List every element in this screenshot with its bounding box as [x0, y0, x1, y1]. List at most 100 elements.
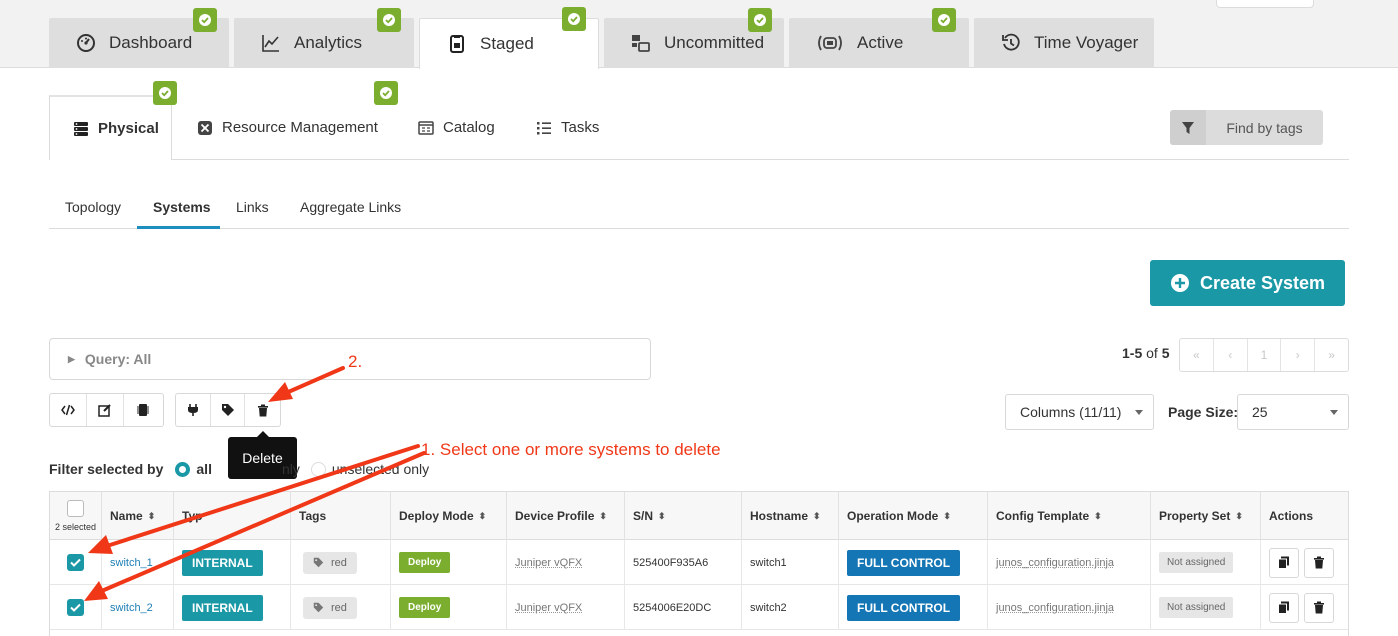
tab-label: Time Voyager: [1034, 33, 1138, 53]
config-template-cell: junos_configuration.jinja: [988, 540, 1151, 585]
edit-button[interactable]: [87, 394, 124, 426]
tab-aggregate-links[interactable]: Aggregate Links: [300, 199, 401, 215]
col-header-operation-mode[interactable]: Operation Mode ⬍: [839, 492, 988, 540]
tab-topology[interactable]: Topology: [65, 199, 121, 215]
uncommitted-icon: [630, 32, 652, 54]
catalog-icon: [417, 119, 435, 137]
type-cell: INTERNAL: [174, 585, 291, 630]
tab-time-voyager[interactable]: Time Voyager: [974, 18, 1154, 68]
sort-icon: ⬍: [813, 511, 821, 522]
col-header-config-template[interactable]: Config Template ⬍: [988, 492, 1151, 540]
property-set-badge: Not assigned: [1159, 552, 1233, 573]
clone-button[interactable]: [1269, 593, 1299, 623]
tab-links[interactable]: Links: [236, 199, 269, 215]
col-header-hostname[interactable]: Hostname ⬍: [742, 492, 839, 540]
subtab-resource-management[interactable]: Resource Management: [196, 95, 378, 160]
operation-mode-cell: FULL CONTROL: [839, 585, 988, 630]
tag-button[interactable]: [211, 394, 246, 426]
col-header-device-profile[interactable]: Device Profile ⬍: [507, 492, 625, 540]
radio-icon: [311, 462, 326, 477]
plus-circle-icon: [1170, 273, 1190, 293]
table-row[interactable]: switch_2 INTERNAL red Deploy Juniper vQF…: [50, 585, 1348, 630]
row-delete-button[interactable]: [1304, 548, 1334, 578]
page-size-value: 25: [1252, 404, 1268, 420]
next-page-button[interactable]: ›: [1281, 339, 1315, 371]
type-badge: INTERNAL: [182, 550, 263, 576]
system-name-link[interactable]: switch_2: [110, 602, 153, 614]
col-header-label: Property Set: [1159, 509, 1230, 523]
batch-button[interactable]: [124, 394, 161, 426]
system-name-link[interactable]: switch_1: [110, 557, 153, 569]
col-header-name[interactable]: Name ⬍: [102, 492, 174, 540]
config-template-link[interactable]: junos_configuration.jinja: [996, 602, 1114, 614]
col-header-label: Config Template: [996, 509, 1089, 523]
prev-page-button[interactable]: ‹: [1214, 339, 1248, 371]
check-badge-icon: [193, 8, 217, 32]
col-header-type[interactable]: Typ: [174, 492, 291, 540]
sort-icon: ⬍: [479, 511, 487, 522]
hostname-cell: switch1: [742, 540, 839, 585]
col-header-actions: Actions: [1261, 492, 1350, 540]
caret-down-icon: [1330, 410, 1338, 415]
row-checkbox[interactable]: [67, 599, 84, 616]
tag-icon: [313, 602, 324, 613]
deploy-mode-badge: Deploy: [399, 597, 450, 618]
col-header-property-set[interactable]: Property Set ⬍: [1151, 492, 1261, 540]
row-checkbox[interactable]: [67, 554, 84, 571]
sn-cell: 525400F935A6: [625, 540, 742, 585]
table-row[interactable]: switch_1 INTERNAL red Deploy Juniper vQF…: [50, 540, 1348, 585]
col-header-label: Actions: [1269, 509, 1313, 523]
page-total: 5: [1162, 345, 1170, 361]
page-size-select[interactable]: 25: [1237, 394, 1349, 430]
actions-cell: [1261, 585, 1350, 630]
page-of: of: [1146, 345, 1158, 361]
filter-option-unselected-label: unselected only: [332, 461, 429, 477]
clone-button[interactable]: [1269, 548, 1299, 578]
subtab-tasks[interactable]: Tasks: [535, 95, 599, 160]
device-profile-link[interactable]: Juniper vQFX: [515, 557, 582, 569]
history-icon: [1000, 32, 1022, 54]
staged-icon: [446, 33, 468, 55]
create-system-button[interactable]: Create System: [1150, 260, 1345, 306]
find-by-tags-button[interactable]: Find by tags: [1170, 110, 1323, 145]
filter-option-all[interactable]: all: [175, 461, 212, 477]
type-badge: INTERNAL: [182, 595, 263, 621]
col-header-deploy-mode[interactable]: Deploy Mode ⬍: [391, 492, 507, 540]
col-header-sn[interactable]: S/N ⬍: [625, 492, 742, 540]
columns-select[interactable]: Columns (11/11): [1005, 394, 1154, 430]
filter-option-selected-only[interactable]: nly: [282, 461, 300, 477]
row-select-cell: [50, 540, 102, 585]
row-select-cell: [50, 585, 102, 630]
plug-button[interactable]: [176, 394, 211, 426]
filter-option-unselected-only[interactable]: unselected only: [311, 461, 429, 477]
trash-icon: [257, 404, 269, 417]
table-header: 2 selected Name ⬍ Typ Tags Deploy Mode ⬍ D…: [50, 492, 1348, 540]
first-page-button[interactable]: «: [1180, 339, 1214, 371]
property-set-badge: Not assigned: [1159, 597, 1233, 618]
line-chart-icon: [260, 32, 282, 54]
tag-chip[interactable]: red: [303, 597, 357, 619]
tab-systems[interactable]: Systems: [153, 199, 211, 215]
subtab-catalog[interactable]: Catalog: [417, 95, 495, 160]
toolbar-group-2: [175, 393, 281, 427]
row-delete-button[interactable]: [1304, 593, 1334, 623]
tag-chip[interactable]: red: [303, 552, 357, 574]
select-all-checkbox[interactable]: [67, 500, 84, 517]
filter-option-selected-label: nly: [282, 461, 300, 477]
last-page-button[interactable]: »: [1315, 339, 1348, 371]
code-view-button[interactable]: [50, 394, 87, 426]
config-template-link[interactable]: junos_configuration.jinja: [996, 557, 1114, 569]
tab-label: Staged: [480, 34, 534, 54]
property-set-cell: Not assigned: [1151, 540, 1261, 585]
user-menu-edge[interactable]: [1216, 0, 1314, 8]
pagination-info: 1-5 of 5: [1122, 345, 1170, 361]
pagination-controls: « ‹ 1 › »: [1179, 338, 1349, 372]
find-by-tags-label: Find by tags: [1206, 110, 1323, 145]
gauge-icon: [75, 32, 97, 54]
device-profile-link[interactable]: Juniper vQFX: [515, 602, 582, 614]
subtab-physical[interactable]: Physical: [49, 95, 172, 160]
delete-button[interactable]: [245, 394, 280, 426]
caret-right-icon: ▶: [68, 354, 75, 365]
systems-table: 2 selected Name ⬍ Typ Tags Deploy Mode ⬍ D…: [49, 491, 1349, 636]
page-number-button[interactable]: 1: [1248, 339, 1282, 371]
